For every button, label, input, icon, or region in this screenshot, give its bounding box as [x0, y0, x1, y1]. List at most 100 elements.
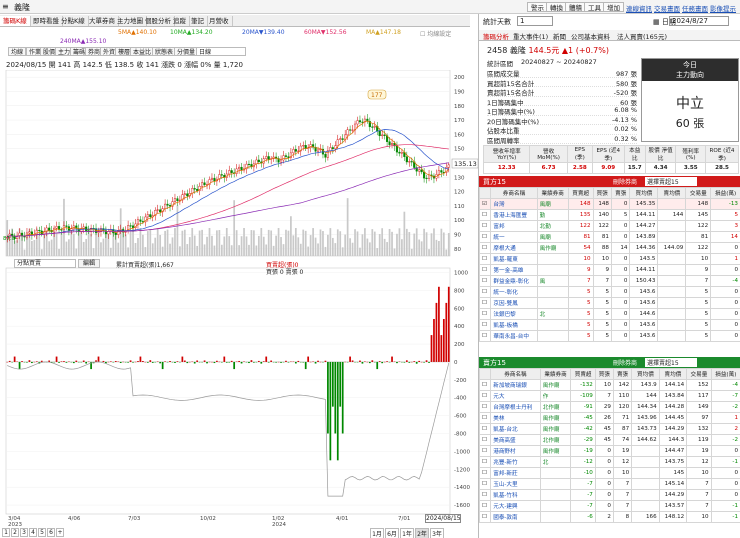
- sell-remove-broker[interactable]: 刪除券商: [613, 358, 637, 367]
- table-row[interactable]: ☐ 凱基-台北 風作廟 -42 45 87 143.73 144.29 132 2: [478, 423, 740, 435]
- table-head-cell[interactable]: 買賣超: [570, 368, 596, 380]
- table-row[interactable]: ☐ 玉山-大里 -7 0 7 145.14 7 0: [478, 478, 740, 490]
- row-checkbox[interactable]: ☐: [478, 401, 492, 413]
- broker-name[interactable]: 香港上海匯豐: [490, 209, 538, 221]
- broker-name[interactable]: 富邦: [490, 220, 538, 232]
- table-row[interactable]: ☐ 國泰-敦南 -6 2 8 166 148.12 10 -1: [478, 511, 740, 523]
- convert-button[interactable]: 轉換: [546, 2, 567, 12]
- broker-name[interactable]: 摩根大通: [490, 242, 538, 254]
- broker-name[interactable]: 兆豐-新竹: [490, 456, 541, 468]
- table-row[interactable]: ☐ 凱基-羅東 10 10 0 143.5 10 1: [478, 253, 740, 265]
- tab-chip-k[interactable]: 籌碼K線: [0, 16, 31, 26]
- table-row[interactable]: ☐ 群益金鼎-彰化風 7 7 0 150.43 7 -4: [478, 275, 740, 287]
- broker-name[interactable]: 凱基-台北: [490, 423, 541, 435]
- table-head-cell[interactable]: 買均價: [631, 368, 660, 380]
- row-checkbox[interactable]: ☐: [478, 275, 492, 287]
- broker-name[interactable]: 美商高盛: [490, 434, 541, 446]
- broker-name[interactable]: 港商野村: [490, 445, 541, 457]
- row-checkbox[interactable]: ☑: [478, 198, 492, 210]
- row-checkbox[interactable]: ☐: [478, 330, 492, 342]
- tool-ma[interactable]: 均線: [8, 47, 27, 56]
- table-row[interactable]: ☐ 統一-彰化 5 5 0 143.6 5 0: [478, 286, 740, 298]
- row-checkbox[interactable]: ☐: [478, 412, 492, 424]
- alert-button[interactable]: 警示: [527, 2, 548, 12]
- table-head-cell[interactable]: 券商名稱: [490, 368, 541, 380]
- bottom-tab-2[interactable]: 2: [11, 528, 19, 537]
- table-row[interactable]: ☐ 凱基-竹科 -7 0 7 144.29 7 0: [478, 489, 740, 501]
- table-row[interactable]: ☐ 統一 風廟 81 81 0 143.89 81 14: [478, 231, 740, 243]
- row-checkbox[interactable]: ☐: [478, 423, 492, 435]
- table-row[interactable]: ☐ 富邦-新莊 -10 0 10 145 10 0: [478, 467, 740, 479]
- row-checkbox[interactable]: ☐: [478, 478, 492, 490]
- broker-name[interactable]: 統一: [490, 231, 538, 243]
- table-head-cell[interactable]: 買均價: [629, 187, 659, 199]
- table-head-cell[interactable]: 賣均價: [658, 368, 688, 380]
- table-head-cell[interactable]: 賣均價: [657, 187, 687, 199]
- broker-name[interactable]: 凱基-竹科: [490, 489, 541, 501]
- row-checkbox[interactable]: ☐: [478, 297, 492, 309]
- table-head-cell[interactable]: 損益(萬): [710, 187, 740, 199]
- table-row[interactable]: ☐ 港商野村 風作廟 -19 0 19 144.47 19 0: [478, 445, 740, 457]
- calendar-icon[interactable]: ▦: [653, 18, 660, 26]
- table-row[interactable]: ☐ 美林 風作廟 -45 26 71 143.96 144.45 97 1: [478, 412, 740, 424]
- tool-pe[interactable]: 本益比: [130, 47, 155, 56]
- link-video[interactable]: 影像提示: [710, 3, 736, 13]
- bottom-tab-5[interactable]: 5: [38, 528, 46, 537]
- broker-name[interactable]: 元大: [490, 390, 541, 402]
- buy-remove-broker[interactable]: 刪除券商: [613, 177, 637, 186]
- volume-button[interactable]: 體積: [565, 2, 586, 12]
- table-head-cell[interactable]: 交易量: [685, 187, 712, 199]
- table-row[interactable]: ☐ 美商高盛 北作廟 -29 45 74 144.62 144.3 119 -2: [478, 434, 740, 446]
- main-chart[interactable]: 2001901801701601501401301201101009080 17…: [0, 70, 478, 530]
- row-checkbox[interactable]: ☐: [478, 467, 492, 479]
- table-row[interactable]: ☐ 摩根大通 風作廟 54 88 14 144.36 144.09 122 0: [478, 242, 740, 254]
- broker-name[interactable]: 美林: [490, 412, 541, 424]
- tools-button[interactable]: 工具: [584, 2, 605, 12]
- broker-name[interactable]: 元大-建興: [490, 500, 541, 512]
- row-checkbox[interactable]: ☐: [478, 511, 492, 523]
- add-button[interactable]: 增加: [603, 2, 624, 12]
- bottom-tab-1[interactable]: 1: [2, 528, 10, 537]
- row-checkbox[interactable]: ☐: [478, 220, 492, 232]
- table-row[interactable]: ☐ 凱基-板橋 5 5 0 143.6 5 0: [478, 319, 740, 331]
- table-row[interactable]: ☐ 第一金-高雄 9 9 0 144.11 9 0: [478, 264, 740, 276]
- row-checkbox[interactable]: ☐: [478, 264, 492, 276]
- row-checkbox[interactable]: ☐: [478, 390, 492, 402]
- table-head-cell[interactable]: 業績券商: [539, 368, 572, 380]
- tool-status[interactable]: 狀態表: [152, 47, 177, 56]
- subtab-news[interactable]: 新聞: [553, 31, 566, 41]
- table-head-cell[interactable]: [478, 187, 492, 199]
- bottom-tab-6[interactable]: 6: [47, 528, 55, 537]
- broker-name[interactable]: 台灣: [490, 198, 538, 210]
- broker-name[interactable]: 第一金-高雄: [490, 264, 538, 276]
- table-head-cell[interactable]: 買張: [592, 187, 613, 199]
- tab-notes[interactable]: 筆記: [188, 16, 208, 26]
- range-1m[interactable]: 1月: [370, 528, 384, 538]
- ma-settings-link[interactable]: ☐ 均線設定: [420, 29, 451, 38]
- indicator-edit-button[interactable]: 編輯: [78, 259, 100, 268]
- sell-select[interactable]: 選擇賣超15: [645, 358, 697, 367]
- table-head-cell[interactable]: 交易量: [686, 368, 712, 380]
- row-checkbox[interactable]: ☐: [478, 379, 492, 391]
- range-3y[interactable]: 3年: [430, 528, 444, 538]
- link-trade[interactable]: 交易畫面: [654, 3, 680, 13]
- row-checkbox[interactable]: ☐: [478, 286, 492, 298]
- table-row[interactable]: ☐ 法銀巴黎北 5 5 0 144.6 5 0: [478, 308, 740, 320]
- broker-name[interactable]: 群益金鼎-彰化: [490, 275, 538, 287]
- range-6m[interactable]: 6月: [385, 528, 399, 538]
- date-input[interactable]: 2024/8/27: [669, 16, 729, 26]
- broker-name[interactable]: 富邦-新莊: [490, 467, 541, 479]
- bottom-tab-4[interactable]: 4: [29, 528, 37, 537]
- tool-price-volume[interactable]: 分價量: [174, 47, 199, 56]
- table-head-cell[interactable]: 損益(萬): [710, 368, 740, 380]
- table-head-cell[interactable]: 券商名稱: [490, 187, 538, 199]
- table-head-cell[interactable]: 業績券商: [536, 187, 569, 199]
- row-checkbox[interactable]: ☐: [478, 253, 492, 265]
- add-tab-button[interactable]: +: [56, 528, 64, 537]
- stat-days-select[interactable]: 1: [517, 16, 553, 26]
- table-row[interactable]: ☐ 富邦 北勤 122 122 0 144.27 122 3: [478, 220, 740, 232]
- table-row[interactable]: ☐ 兆豐-新竹北 -12 0 12 143.75 12 -1: [478, 456, 740, 468]
- row-checkbox[interactable]: ☐: [478, 242, 492, 254]
- table-head-cell[interactable]: 賣張: [610, 187, 631, 199]
- row-checkbox[interactable]: ☐: [478, 445, 492, 457]
